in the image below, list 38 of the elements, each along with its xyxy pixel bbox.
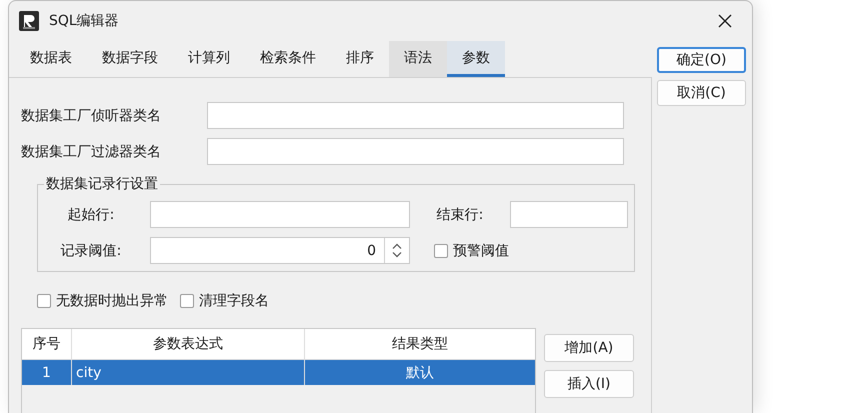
tab[interactable]: 计算列 — [173, 41, 245, 77]
tab[interactable]: 参数 — [447, 41, 505, 77]
field-label: 起始行: — [66, 206, 116, 224]
tab[interactable]: 排序 — [331, 41, 389, 77]
table-button[interactable]: 增加(A) — [544, 334, 634, 362]
tab[interactable]: 语法 — [389, 41, 447, 77]
checkbox-label: 无数据时抛出异常 — [56, 292, 168, 310]
close-icon[interactable] — [718, 14, 732, 28]
input-field[interactable] — [150, 201, 410, 228]
table-cell-text: 默认 — [405, 364, 435, 382]
input-field[interactable] — [510, 201, 628, 228]
checkbox[interactable] — [37, 294, 51, 308]
input-field[interactable] — [207, 102, 624, 129]
column-header: 参数表达式 — [72, 329, 305, 359]
checkbox-label: 预警阈值 — [453, 242, 509, 260]
tab[interactable]: 数据表 — [15, 41, 87, 77]
field-label: 记录阈值: — [60, 242, 122, 260]
input-field[interactable] — [207, 138, 624, 165]
app-icon — [19, 11, 39, 31]
field-label: 数据集工厂侦听器类名 — [21, 106, 162, 124]
dialog-button[interactable]: 确定(O) — [657, 47, 746, 73]
group-title: 数据集记录行设置 — [44, 175, 160, 193]
field-label: 数据集工厂过滤器类名 — [21, 142, 162, 160]
window-title: SQL编辑器 — [49, 12, 119, 30]
field-label: 结束行: — [436, 206, 484, 224]
column-header: 序号 — [22, 329, 72, 359]
table-row[interactable]: 1 city 默认 — [22, 360, 535, 385]
checkbox[interactable] — [434, 244, 448, 258]
tab[interactable]: 数据字段 — [87, 41, 173, 77]
table-cell: 1 — [22, 360, 72, 385]
checkbox-label: 清理字段名 — [199, 292, 269, 310]
table-button[interactable]: 插入(I) — [544, 370, 634, 398]
dialog-button[interactable]: 取消(C) — [657, 80, 746, 106]
spin-field[interactable]: 0 — [150, 237, 410, 264]
tab[interactable]: 检索条件 — [245, 41, 331, 77]
table-cell: city — [72, 360, 305, 385]
column-header: 结果类型 — [391, 335, 449, 354]
checkbox[interactable] — [180, 294, 194, 308]
